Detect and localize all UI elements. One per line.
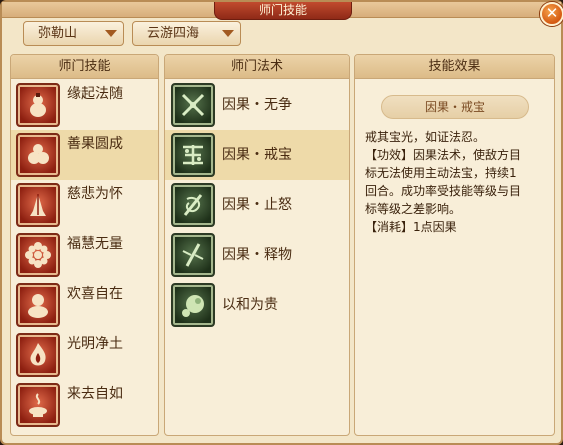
effect-line: 戒其宝光，如证法忍。 xyxy=(365,130,486,144)
skill-item-selected[interactable]: 善果圆成 xyxy=(11,130,158,180)
released-sword-icon xyxy=(171,233,215,277)
effect-panel: 技能效果 因果・戒宝 戒其宝光，如证法忍。 【功效】因果法术，使敌方目 标无法使… xyxy=(354,54,555,436)
praying-hands-icon xyxy=(16,183,60,227)
school-dropdown-value: 弥勒山 xyxy=(38,26,78,41)
spell-item[interactable]: 以和为贵 xyxy=(165,280,349,330)
spell-label: 以和为贵 xyxy=(222,297,278,313)
mode-dropdown[interactable]: 云游四海 xyxy=(132,21,241,46)
mode-dropdown-value: 云游四海 xyxy=(147,26,200,41)
sword-vortex-icon xyxy=(171,183,215,227)
spell-item[interactable]: 因果・止怒 xyxy=(165,180,349,230)
peaches-icon xyxy=(16,133,60,177)
skill-item[interactable]: 来去自如 xyxy=(11,380,158,430)
skill-label: 欢喜自在 xyxy=(67,286,123,302)
spells-panel: 师门法术 因果・无争 因果・戒宝 因果・止怒 因果・释物 以和为贵 xyxy=(164,54,350,436)
skill-item[interactable]: 欢喜自在 xyxy=(11,280,158,330)
effect-line: 【消耗】1点因果 xyxy=(365,220,457,234)
spell-label: 因果・无争 xyxy=(222,97,292,113)
spell-item[interactable]: 因果・无争 xyxy=(165,80,349,130)
skills-panel-header: 师门技能 xyxy=(11,55,158,79)
incense-icon xyxy=(16,383,60,427)
close-icon: ✕ xyxy=(545,4,559,22)
skill-item[interactable]: 慈悲为怀 xyxy=(11,180,158,230)
spells-panel-header: 师门法术 xyxy=(165,55,349,79)
spell-item[interactable]: 因果・释物 xyxy=(165,230,349,280)
effect-line: 回合。成功率受技能等级与目 xyxy=(365,184,522,198)
treasure-seal-icon xyxy=(171,133,215,177)
skill-item[interactable]: 福慧无量 xyxy=(11,230,158,280)
crossed-swords-icon xyxy=(171,83,215,127)
school-dropdown[interactable]: 弥勒山 xyxy=(23,21,124,46)
spell-label: 因果・戒宝 xyxy=(222,147,292,163)
skill-label: 福慧无量 xyxy=(67,236,123,252)
effect-line: 标等级之差影响。 xyxy=(365,202,462,216)
laughing-buddha-icon xyxy=(16,283,60,327)
skill-label: 慈悲为怀 xyxy=(67,186,123,202)
close-button[interactable]: ✕ xyxy=(540,2,563,26)
chevron-down-icon xyxy=(105,30,117,37)
effect-description: 戒其宝光，如证法忍。 【功效】因果法术，使敌方目 标无法使用主动法宝，持续1 回… xyxy=(365,128,549,236)
lotus-flower-icon xyxy=(16,233,60,277)
window-title: 师门技能 xyxy=(214,2,352,20)
effect-panel-header: 技能效果 xyxy=(355,55,554,79)
skill-label: 缘起法随 xyxy=(67,86,123,102)
effect-line: 标无法使用主动法宝，持续1 xyxy=(365,166,517,180)
spell-item-selected[interactable]: 因果・戒宝 xyxy=(165,130,349,180)
skill-label: 光明净土 xyxy=(67,336,123,352)
skill-label: 来去自如 xyxy=(67,386,123,402)
gourd-orb-icon xyxy=(171,283,215,327)
spell-label: 因果・止怒 xyxy=(222,197,292,213)
skills-window: 师门技能 ✕ 弥勒山 云游四海 师门技能 缘起法随 善果圆成 慈悲为怀 福慧无量… xyxy=(0,0,563,445)
spell-label: 因果・释物 xyxy=(222,247,292,263)
skills-panel: 师门技能 缘起法随 善果圆成 慈悲为怀 福慧无量 欢喜自在 光明净土 来去自如 xyxy=(10,54,159,436)
effect-line: 【功效】因果法术，使敌方目 xyxy=(365,148,522,162)
skill-item[interactable]: 光明净土 xyxy=(11,330,158,380)
effect-spell-name: 因果・戒宝 xyxy=(381,95,529,119)
chevron-down-icon xyxy=(222,30,234,37)
gourd-icon xyxy=(16,83,60,127)
flame-icon xyxy=(16,333,60,377)
skill-label: 善果圆成 xyxy=(67,136,123,152)
skill-item[interactable]: 缘起法随 xyxy=(11,80,158,130)
